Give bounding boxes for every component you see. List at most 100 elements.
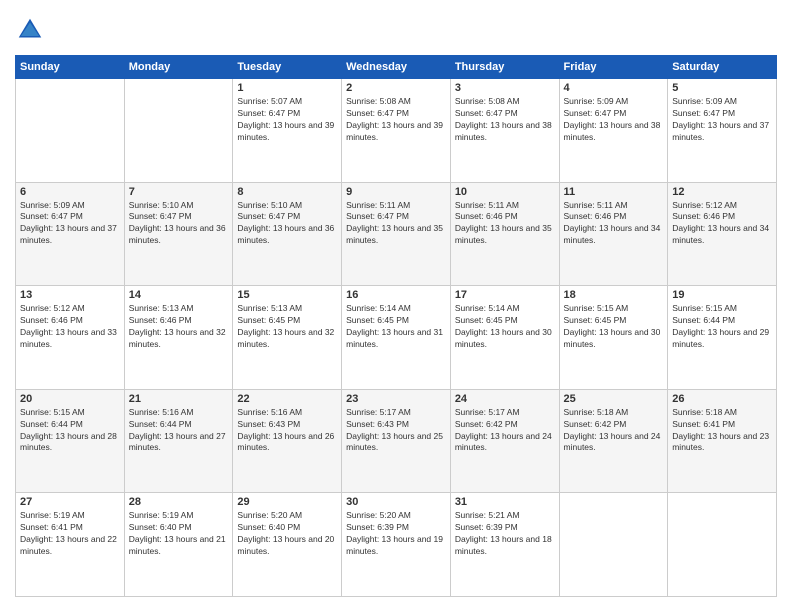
day-number: 7 [129, 186, 229, 198]
day-number: 20 [20, 393, 120, 405]
calendar-header-thursday: Thursday [450, 56, 559, 79]
day-number: 24 [455, 393, 555, 405]
day-info: Sunrise: 5:20 AM Sunset: 6:39 PM Dayligh… [346, 510, 446, 558]
calendar-cell: 2 Sunrise: 5:08 AM Sunset: 6:47 PM Daylig… [342, 79, 451, 183]
calendar-cell: 13 Sunrise: 5:12 AM Sunset: 6:46 PM Dayli… [16, 286, 125, 390]
calendar-cell: 27Sunrise: 5:19 AM Sunset: 6:41 PM Dayli… [16, 493, 125, 597]
day-number: 17 [455, 289, 555, 301]
calendar-cell: 17 Sunrise: 5:14 AM Sunset: 6:45 PM Dayli… [450, 286, 559, 390]
day-info: Sunrise: 5:09 AM Sunset: 6:47 PM Dayligh… [564, 96, 664, 144]
day-number: 2 [346, 82, 446, 94]
day-number: 6 [20, 186, 120, 198]
day-number: 23 [346, 393, 446, 405]
calendar-cell: 30 Sunrise: 5:20 AM Sunset: 6:39 PM Dayli… [342, 493, 451, 597]
calendar-header-saturday: Saturday [668, 56, 777, 79]
calendar-cell: 6 Sunrise: 5:09 AM Sunset: 6:47 PM Daylig… [16, 182, 125, 286]
calendar-cell: 3Sunrise: 5:08 AM Sunset: 6:47 PM Daylig… [450, 79, 559, 183]
day-number: 21 [129, 393, 229, 405]
calendar-cell [668, 493, 777, 597]
day-info: Sunrise: 5:16 AM Sunset: 6:44 PM Dayligh… [129, 407, 229, 455]
day-info: Sunrise: 5:09 AM Sunset: 6:47 PM Dayligh… [20, 200, 120, 248]
calendar-cell: 4 Sunrise: 5:09 AM Sunset: 6:47 PM Daylig… [559, 79, 668, 183]
day-number: 28 [129, 496, 229, 508]
day-info: Sunrise: 5:20 AM Sunset: 6:40 PM Dayligh… [237, 510, 337, 558]
day-info: Sunrise: 5:17 AM Sunset: 6:42 PM Dayligh… [455, 407, 555, 455]
day-number: 1 [237, 82, 337, 94]
calendar-cell: 7 Sunrise: 5:10 AM Sunset: 6:47 PM Daylig… [124, 182, 233, 286]
day-number: 27 [20, 496, 120, 508]
calendar-cell: 31 Sunrise: 5:21 AM Sunset: 6:39 PM Dayli… [450, 493, 559, 597]
day-info: Sunrise: 5:21 AM Sunset: 6:39 PM Dayligh… [455, 510, 555, 558]
day-number: 9 [346, 186, 446, 198]
calendar-cell: 18Sunrise: 5:15 AM Sunset: 6:45 PM Dayli… [559, 286, 668, 390]
calendar-week-4: 20 Sunrise: 5:15 AM Sunset: 6:44 PM Dayli… [16, 389, 777, 493]
day-number: 18 [564, 289, 664, 301]
calendar-header-row: SundayMondayTuesdayWednesdayThursdayFrid… [16, 56, 777, 79]
day-number: 26 [672, 393, 772, 405]
calendar-cell: 11 Sunrise: 5:11 AM Sunset: 6:46 PM Dayli… [559, 182, 668, 286]
day-info: Sunrise: 5:08 AM Sunset: 6:47 PM Dayligh… [455, 96, 555, 144]
day-number: 8 [237, 186, 337, 198]
calendar-cell: 16 Sunrise: 5:14 AM Sunset: 6:45 PM Dayli… [342, 286, 451, 390]
calendar-cell: 23 Sunrise: 5:17 AM Sunset: 6:43 PM Dayli… [342, 389, 451, 493]
day-number: 12 [672, 186, 772, 198]
day-info: Sunrise: 5:09 AM Sunset: 6:47 PM Dayligh… [672, 96, 772, 144]
day-number: 11 [564, 186, 664, 198]
day-info: Sunrise: 5:15 AM Sunset: 6:44 PM Dayligh… [20, 407, 120, 455]
calendar-cell: 1 Sunrise: 5:07 AM Sunset: 6:47 PM Daylig… [233, 79, 342, 183]
day-number: 14 [129, 289, 229, 301]
calendar-cell: 19 Sunrise: 5:15 AM Sunset: 6:44 PM Dayli… [668, 286, 777, 390]
calendar-header-monday: Monday [124, 56, 233, 79]
day-info: Sunrise: 5:07 AM Sunset: 6:47 PM Dayligh… [237, 96, 337, 144]
day-info: Sunrise: 5:15 AM Sunset: 6:44 PM Dayligh… [672, 303, 772, 351]
calendar-week-2: 6 Sunrise: 5:09 AM Sunset: 6:47 PM Daylig… [16, 182, 777, 286]
calendar-cell: 25 Sunrise: 5:18 AM Sunset: 6:42 PM Dayli… [559, 389, 668, 493]
day-number: 22 [237, 393, 337, 405]
calendar-cell: 28 Sunrise: 5:19 AM Sunset: 6:40 PM Dayli… [124, 493, 233, 597]
day-number: 25 [564, 393, 664, 405]
calendar-cell [16, 79, 125, 183]
day-number: 30 [346, 496, 446, 508]
day-info: Sunrise: 5:18 AM Sunset: 6:42 PM Dayligh… [564, 407, 664, 455]
calendar-week-3: 13 Sunrise: 5:12 AM Sunset: 6:46 PM Dayli… [16, 286, 777, 390]
calendar-header-sunday: Sunday [16, 56, 125, 79]
calendar-cell: 22 Sunrise: 5:16 AM Sunset: 6:43 PM Dayli… [233, 389, 342, 493]
day-info: Sunrise: 5:16 AM Sunset: 6:43 PM Dayligh… [237, 407, 337, 455]
day-number: 13 [20, 289, 120, 301]
day-number: 29 [237, 496, 337, 508]
day-info: Sunrise: 5:19 AM Sunset: 6:40 PM Dayligh… [129, 510, 229, 558]
calendar-cell [124, 79, 233, 183]
day-number: 19 [672, 289, 772, 301]
calendar-cell: 8 Sunrise: 5:10 AM Sunset: 6:47 PM Daylig… [233, 182, 342, 286]
header [15, 15, 777, 45]
day-info: Sunrise: 5:13 AM Sunset: 6:45 PM Dayligh… [237, 303, 337, 351]
day-info: Sunrise: 5:10 AM Sunset: 6:47 PM Dayligh… [237, 200, 337, 248]
day-number: 4 [564, 82, 664, 94]
calendar-cell: 12Sunrise: 5:12 AM Sunset: 6:46 PM Dayli… [668, 182, 777, 286]
calendar-header-tuesday: Tuesday [233, 56, 342, 79]
day-number: 16 [346, 289, 446, 301]
calendar-cell: 21 Sunrise: 5:16 AM Sunset: 6:44 PM Dayli… [124, 389, 233, 493]
day-info: Sunrise: 5:11 AM Sunset: 6:46 PM Dayligh… [564, 200, 664, 248]
calendar-cell: 10 Sunrise: 5:11 AM Sunset: 6:46 PM Dayli… [450, 182, 559, 286]
page: SundayMondayTuesdayWednesdayThursdayFrid… [0, 0, 792, 612]
day-number: 31 [455, 496, 555, 508]
day-info: Sunrise: 5:11 AM Sunset: 6:46 PM Dayligh… [455, 200, 555, 248]
day-info: Sunrise: 5:08 AM Sunset: 6:47 PM Dayligh… [346, 96, 446, 144]
day-info: Sunrise: 5:14 AM Sunset: 6:45 PM Dayligh… [455, 303, 555, 351]
day-info: Sunrise: 5:12 AM Sunset: 6:46 PM Dayligh… [20, 303, 120, 351]
day-number: 10 [455, 186, 555, 198]
logo-icon [15, 15, 45, 45]
calendar-week-1: 1 Sunrise: 5:07 AM Sunset: 6:47 PM Daylig… [16, 79, 777, 183]
day-info: Sunrise: 5:14 AM Sunset: 6:45 PM Dayligh… [346, 303, 446, 351]
calendar-cell: 29 Sunrise: 5:20 AM Sunset: 6:40 PM Dayli… [233, 493, 342, 597]
logo [15, 15, 49, 45]
calendar-cell: 26Sunrise: 5:18 AM Sunset: 6:41 PM Dayli… [668, 389, 777, 493]
day-number: 5 [672, 82, 772, 94]
calendar-cell: 20 Sunrise: 5:15 AM Sunset: 6:44 PM Dayli… [16, 389, 125, 493]
calendar-cell [559, 493, 668, 597]
day-info: Sunrise: 5:10 AM Sunset: 6:47 PM Dayligh… [129, 200, 229, 248]
calendar-cell: 14Sunrise: 5:13 AM Sunset: 6:46 PM Dayli… [124, 286, 233, 390]
calendar-header-wednesday: Wednesday [342, 56, 451, 79]
day-info: Sunrise: 5:17 AM Sunset: 6:43 PM Dayligh… [346, 407, 446, 455]
